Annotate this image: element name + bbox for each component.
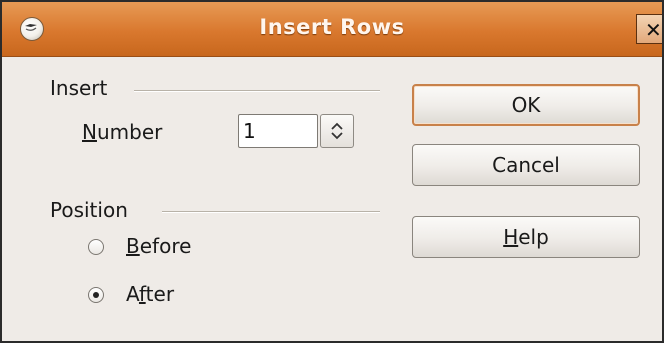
title-bar[interactable]: Insert Rows ✕ bbox=[2, 2, 662, 57]
position-section-header: Position bbox=[50, 198, 128, 222]
cancel-button[interactable]: Cancel bbox=[412, 144, 640, 186]
close-icon: ✕ bbox=[645, 18, 662, 42]
spin-arrows-icon bbox=[331, 122, 343, 140]
number-label: Number bbox=[82, 120, 163, 144]
close-button[interactable]: ✕ bbox=[636, 14, 662, 44]
after-radio[interactable] bbox=[88, 287, 104, 303]
after-label[interactable]: After bbox=[126, 282, 174, 306]
number-spin-button[interactable] bbox=[320, 114, 354, 148]
before-radio[interactable] bbox=[88, 239, 104, 255]
number-input[interactable] bbox=[238, 114, 318, 148]
position-section-divider bbox=[162, 211, 380, 213]
insert-section-header: Insert bbox=[50, 76, 108, 100]
dialog-title: Insert Rows bbox=[259, 15, 405, 39]
ok-button[interactable]: OK bbox=[412, 84, 640, 126]
help-button[interactable]: Help bbox=[412, 216, 640, 258]
insert-section-divider bbox=[134, 90, 380, 92]
insert-rows-dialog: Insert Rows ✕ Insert Number Position Bef… bbox=[0, 0, 664, 343]
before-label[interactable]: Before bbox=[126, 234, 191, 258]
